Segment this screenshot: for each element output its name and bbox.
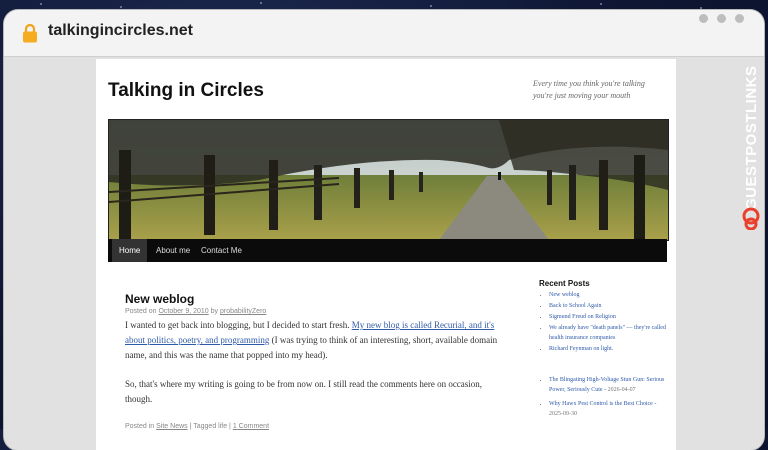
lock-icon xyxy=(23,23,37,43)
browser-window: talkingincircles.net Talking in Circles … xyxy=(4,10,764,450)
extra-link-date: 2026-04-07 xyxy=(607,387,636,393)
address-bar-url[interactable]: talkingincircles.net xyxy=(48,22,193,40)
recent-post-item[interactable]: Sigmund Freud on Religion xyxy=(549,312,669,322)
recent-posts-list: New weblog Back to School Again Sigmund … xyxy=(539,290,669,355)
post-paragraph: So, that's where my writing is going to … xyxy=(125,379,483,404)
window-control-dot[interactable] xyxy=(717,14,726,23)
recent-post-item[interactable]: Richard Feynman on light. xyxy=(549,344,669,354)
nav-home[interactable]: Home xyxy=(112,239,148,262)
window-control-dot[interactable] xyxy=(699,14,708,23)
meta-prefix: Posted on xyxy=(125,308,157,315)
svg-text:GUESTPOSTLINKS: GUESTPOSTLINKS xyxy=(743,65,760,210)
nav-contact[interactable]: Contact Me xyxy=(194,239,249,262)
meta-by: by xyxy=(210,308,219,315)
header-image xyxy=(108,119,669,241)
tree-avenue-photo xyxy=(109,120,668,240)
post-author-link[interactable]: probabilityZero xyxy=(220,308,266,315)
site-title[interactable]: Talking in Circles xyxy=(108,80,264,102)
recent-post-item[interactable]: New weblog xyxy=(549,290,669,300)
window-control-dot[interactable] xyxy=(735,14,744,23)
guestpostlinks-logo: GUESTPOSTLINKS xyxy=(742,65,760,230)
post-date-link[interactable]: October 9, 2010 xyxy=(158,308,208,315)
extra-link-item[interactable]: Why Hawx Pest Control is the Best Choice… xyxy=(549,399,669,419)
post-content: I wanted to get back into blogging, but … xyxy=(125,318,505,421)
extra-link-item[interactable]: The Blingating High-Voltage Stun Gun: Se… xyxy=(549,375,669,395)
recent-post-item[interactable]: Back to School Again xyxy=(549,301,669,311)
extra-link-text[interactable]: Why Hawx Pest Control is the Best Choice… xyxy=(549,401,656,407)
post-meta: Posted on October 9, 2010 by probability… xyxy=(125,308,266,315)
site-tagline: Every time you think you're talking you'… xyxy=(533,79,645,100)
browser-titlebar: talkingincircles.net xyxy=(4,10,764,57)
post-paragraph: I wanted to get back into blogging, but … xyxy=(125,318,505,363)
recent-posts-title: Recent Posts xyxy=(539,279,590,288)
p1-text: I wanted to get back into blogging, but … xyxy=(125,320,350,330)
nav-about[interactable]: About me xyxy=(149,239,197,262)
extra-links-list: The Blingating High-Voltage Stun Gun: Se… xyxy=(539,375,669,423)
post-title[interactable]: New weblog xyxy=(125,292,194,306)
recent-post-item[interactable]: We already have "death panels" — they're… xyxy=(549,323,669,343)
main-nav: Home About me Contact Me xyxy=(108,239,667,262)
window-controls xyxy=(699,14,744,23)
page-viewport: Talking in Circles Every time you think … xyxy=(4,57,764,450)
extra-link-date: 2025-09-30 xyxy=(549,411,577,417)
blog-page: Talking in Circles Every time you think … xyxy=(96,59,676,450)
